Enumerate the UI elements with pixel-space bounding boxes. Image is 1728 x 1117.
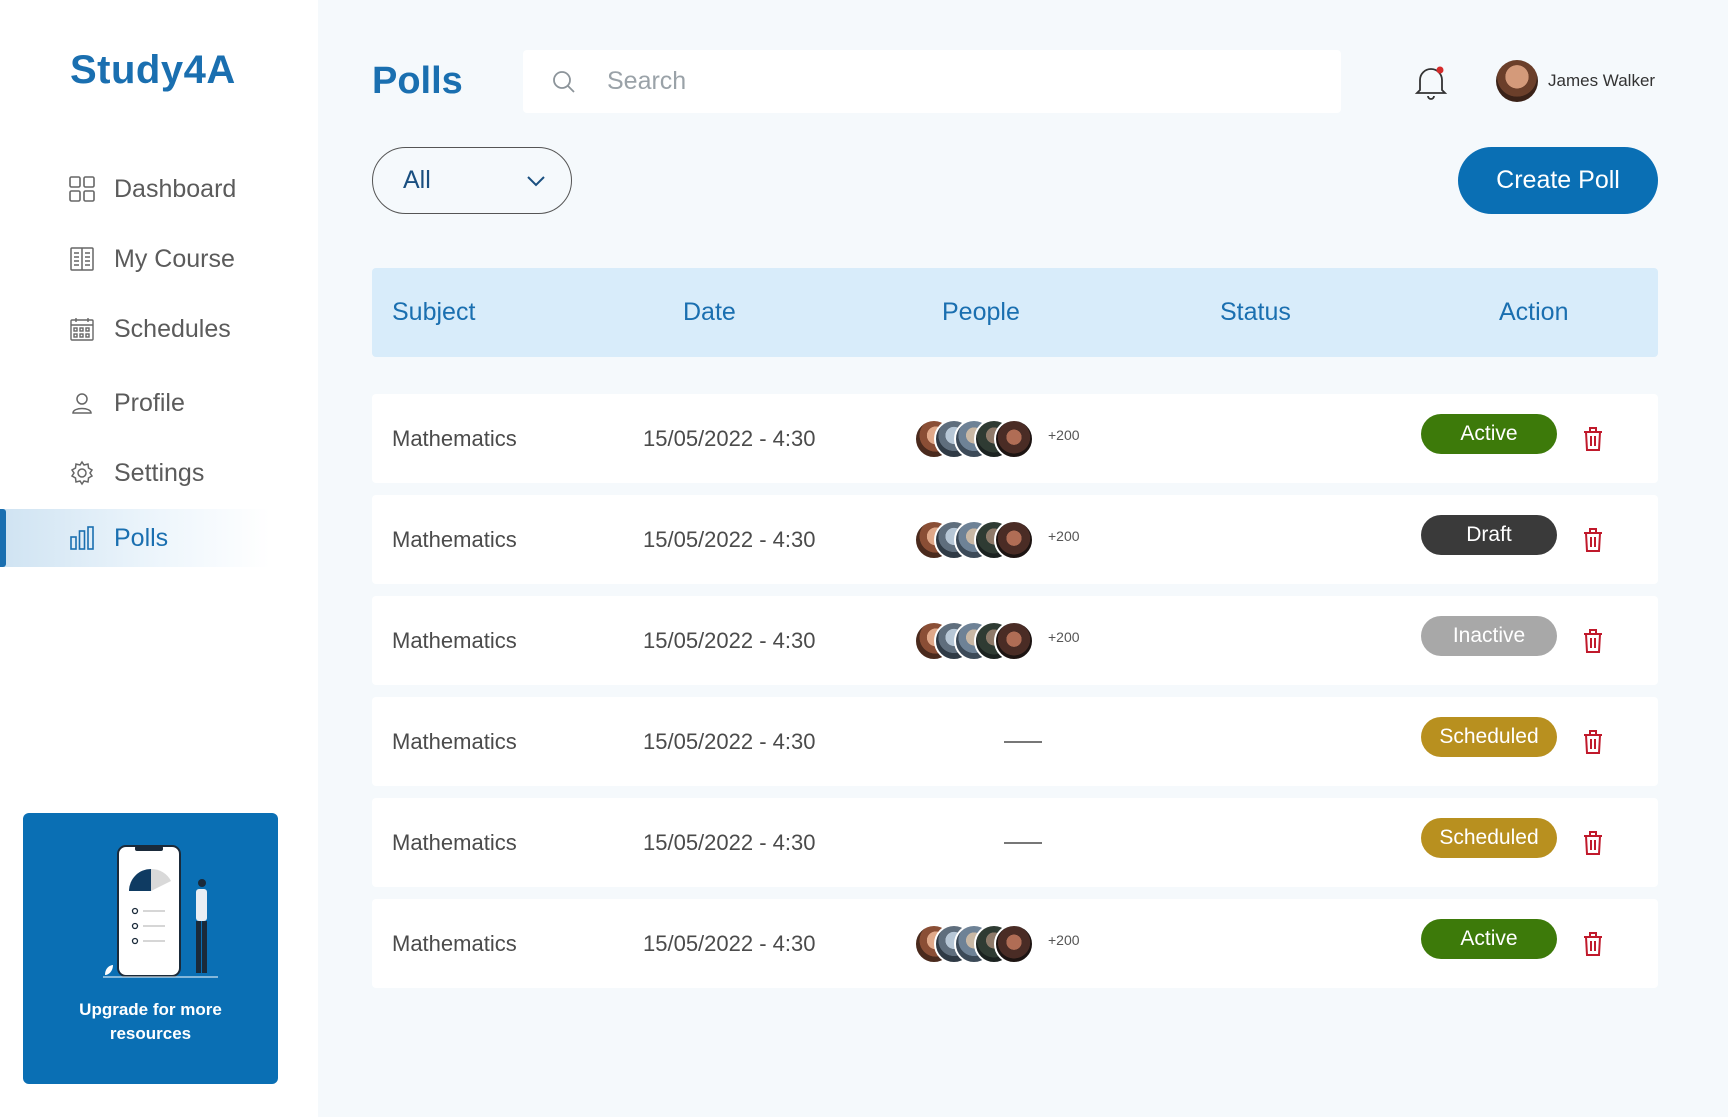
- table-header: Subject Date People Status Action: [372, 268, 1658, 357]
- column-header-action[interactable]: Action: [1499, 268, 1568, 357]
- cell-date: 15/05/2022 - 4:30: [643, 930, 816, 956]
- user-name: James Walker: [1548, 71, 1656, 90]
- chevron-down-icon: [527, 175, 545, 186]
- column-header-status[interactable]: Status: [1220, 268, 1291, 357]
- column-header-people[interactable]: People: [942, 268, 1020, 357]
- people-more-count: +200: [1048, 931, 1080, 948]
- avatar: [994, 418, 1034, 459]
- people-empty-dash: [1004, 842, 1042, 844]
- table-row[interactable]: Mathematics 15/05/2022 - 4:30 +200 Active: [372, 899, 1658, 988]
- sidebar-item-label: Polls: [114, 523, 169, 552]
- cell-date: 15/05/2022 - 4:30: [643, 526, 816, 552]
- status-badge: Active: [1421, 919, 1557, 959]
- people-more-count: +200: [1048, 527, 1080, 544]
- upgrade-text-line2: resources: [109, 1024, 192, 1043]
- delete-trash-icon[interactable]: [1582, 527, 1604, 553]
- people-avatars[interactable]: +200: [914, 495, 1080, 584]
- calendar-icon: [68, 315, 96, 343]
- people-avatars[interactable]: +200: [914, 596, 1080, 685]
- people-empty-dash: [1004, 741, 1042, 743]
- status-badge: Draft: [1421, 515, 1557, 555]
- delete-trash-icon[interactable]: [1582, 426, 1604, 452]
- sidebar-item-my-course[interactable]: My Course: [0, 230, 270, 288]
- create-poll-button[interactable]: Create Poll: [1458, 147, 1658, 214]
- delete-trash-icon[interactable]: [1582, 729, 1604, 755]
- cell-date: 15/05/2022 - 4:30: [643, 728, 816, 754]
- table-row[interactable]: Mathematics 15/05/2022 - 4:30 Scheduled: [372, 798, 1658, 887]
- avatar: [994, 620, 1034, 661]
- book-icon: [68, 245, 96, 273]
- cell-date: 15/05/2022 - 4:30: [643, 425, 816, 451]
- search-bar[interactable]: [523, 50, 1341, 113]
- bar-chart-icon: [68, 524, 96, 552]
- user-icon: [68, 389, 96, 417]
- status-badge: Scheduled: [1421, 717, 1557, 757]
- status-filter-dropdown[interactable]: All: [372, 147, 572, 214]
- app-logo[interactable]: Study4A: [70, 48, 236, 93]
- cell-subject: Mathematics: [392, 930, 517, 956]
- people-avatars[interactable]: +200: [914, 899, 1080, 988]
- cell-date: 15/05/2022 - 4:30: [643, 627, 816, 653]
- column-header-subject[interactable]: Subject: [392, 268, 475, 357]
- gear-icon: [68, 459, 96, 487]
- sidebar: Study4A Dashboard My Course Schedules Pr…: [0, 0, 318, 1117]
- cell-subject: Mathematics: [392, 526, 517, 552]
- cell-subject: Mathematics: [392, 829, 517, 855]
- notification-bell-icon[interactable]: [1411, 62, 1451, 102]
- sidebar-item-settings[interactable]: Settings: [0, 444, 270, 502]
- delete-trash-icon[interactable]: [1582, 931, 1604, 957]
- search-input[interactable]: [607, 67, 1207, 96]
- column-header-date[interactable]: Date: [683, 268, 736, 357]
- sidebar-item-label: Dashboard: [114, 174, 237, 203]
- sidebar-item-dashboard[interactable]: Dashboard: [0, 160, 270, 218]
- delete-trash-icon[interactable]: [1582, 628, 1604, 654]
- search-icon: [553, 70, 575, 93]
- phone-illustration-icon: [103, 845, 218, 978]
- status-badge: Scheduled: [1421, 818, 1557, 858]
- delete-trash-icon[interactable]: [1582, 830, 1604, 856]
- upgrade-card[interactable]: Upgrade for more resources: [23, 813, 278, 1084]
- filter-value: All: [403, 166, 431, 194]
- user-menu[interactable]: James Walker: [1496, 60, 1655, 102]
- status-badge: Inactive: [1421, 616, 1557, 656]
- people-more-count: +200: [1048, 628, 1080, 645]
- cell-subject: Mathematics: [392, 425, 517, 451]
- avatar: [994, 923, 1034, 964]
- people-more-count: +200: [1048, 426, 1080, 443]
- avatar: [994, 519, 1034, 560]
- sidebar-item-label: Schedules: [114, 314, 231, 343]
- table-row[interactable]: Mathematics 15/05/2022 - 4:30 Scheduled: [372, 697, 1658, 786]
- people-avatars[interactable]: +200: [914, 394, 1080, 483]
- sidebar-item-schedules[interactable]: Schedules: [0, 300, 270, 358]
- sidebar-item-label: My Course: [114, 244, 235, 273]
- status-badge: Active: [1421, 414, 1557, 454]
- cell-subject: Mathematics: [392, 728, 517, 754]
- sidebar-item-label: Profile: [114, 388, 185, 417]
- table-row[interactable]: Mathematics 15/05/2022 - 4:30 +200 Draft: [372, 495, 1658, 584]
- sidebar-item-polls[interactable]: Polls: [0, 509, 270, 567]
- page-title: Polls: [372, 60, 463, 102]
- upgrade-text: Upgrade for more resources: [23, 998, 278, 1046]
- avatar: [1496, 60, 1538, 102]
- main-content: Polls James Walker All Create Poll Subje…: [318, 0, 1728, 1117]
- grid-icon: [68, 175, 96, 203]
- upgrade-text-line1: Upgrade for more: [79, 1000, 222, 1019]
- cell-subject: Mathematics: [392, 627, 517, 653]
- table-row[interactable]: Mathematics 15/05/2022 - 4:30 +200 Active: [372, 394, 1658, 483]
- table-row[interactable]: Mathematics 15/05/2022 - 4:30 +200 Inactive: [372, 596, 1658, 685]
- sidebar-item-label: Settings: [114, 458, 205, 487]
- cell-date: 15/05/2022 - 4:30: [643, 829, 816, 855]
- sidebar-item-profile[interactable]: Profile: [0, 374, 270, 432]
